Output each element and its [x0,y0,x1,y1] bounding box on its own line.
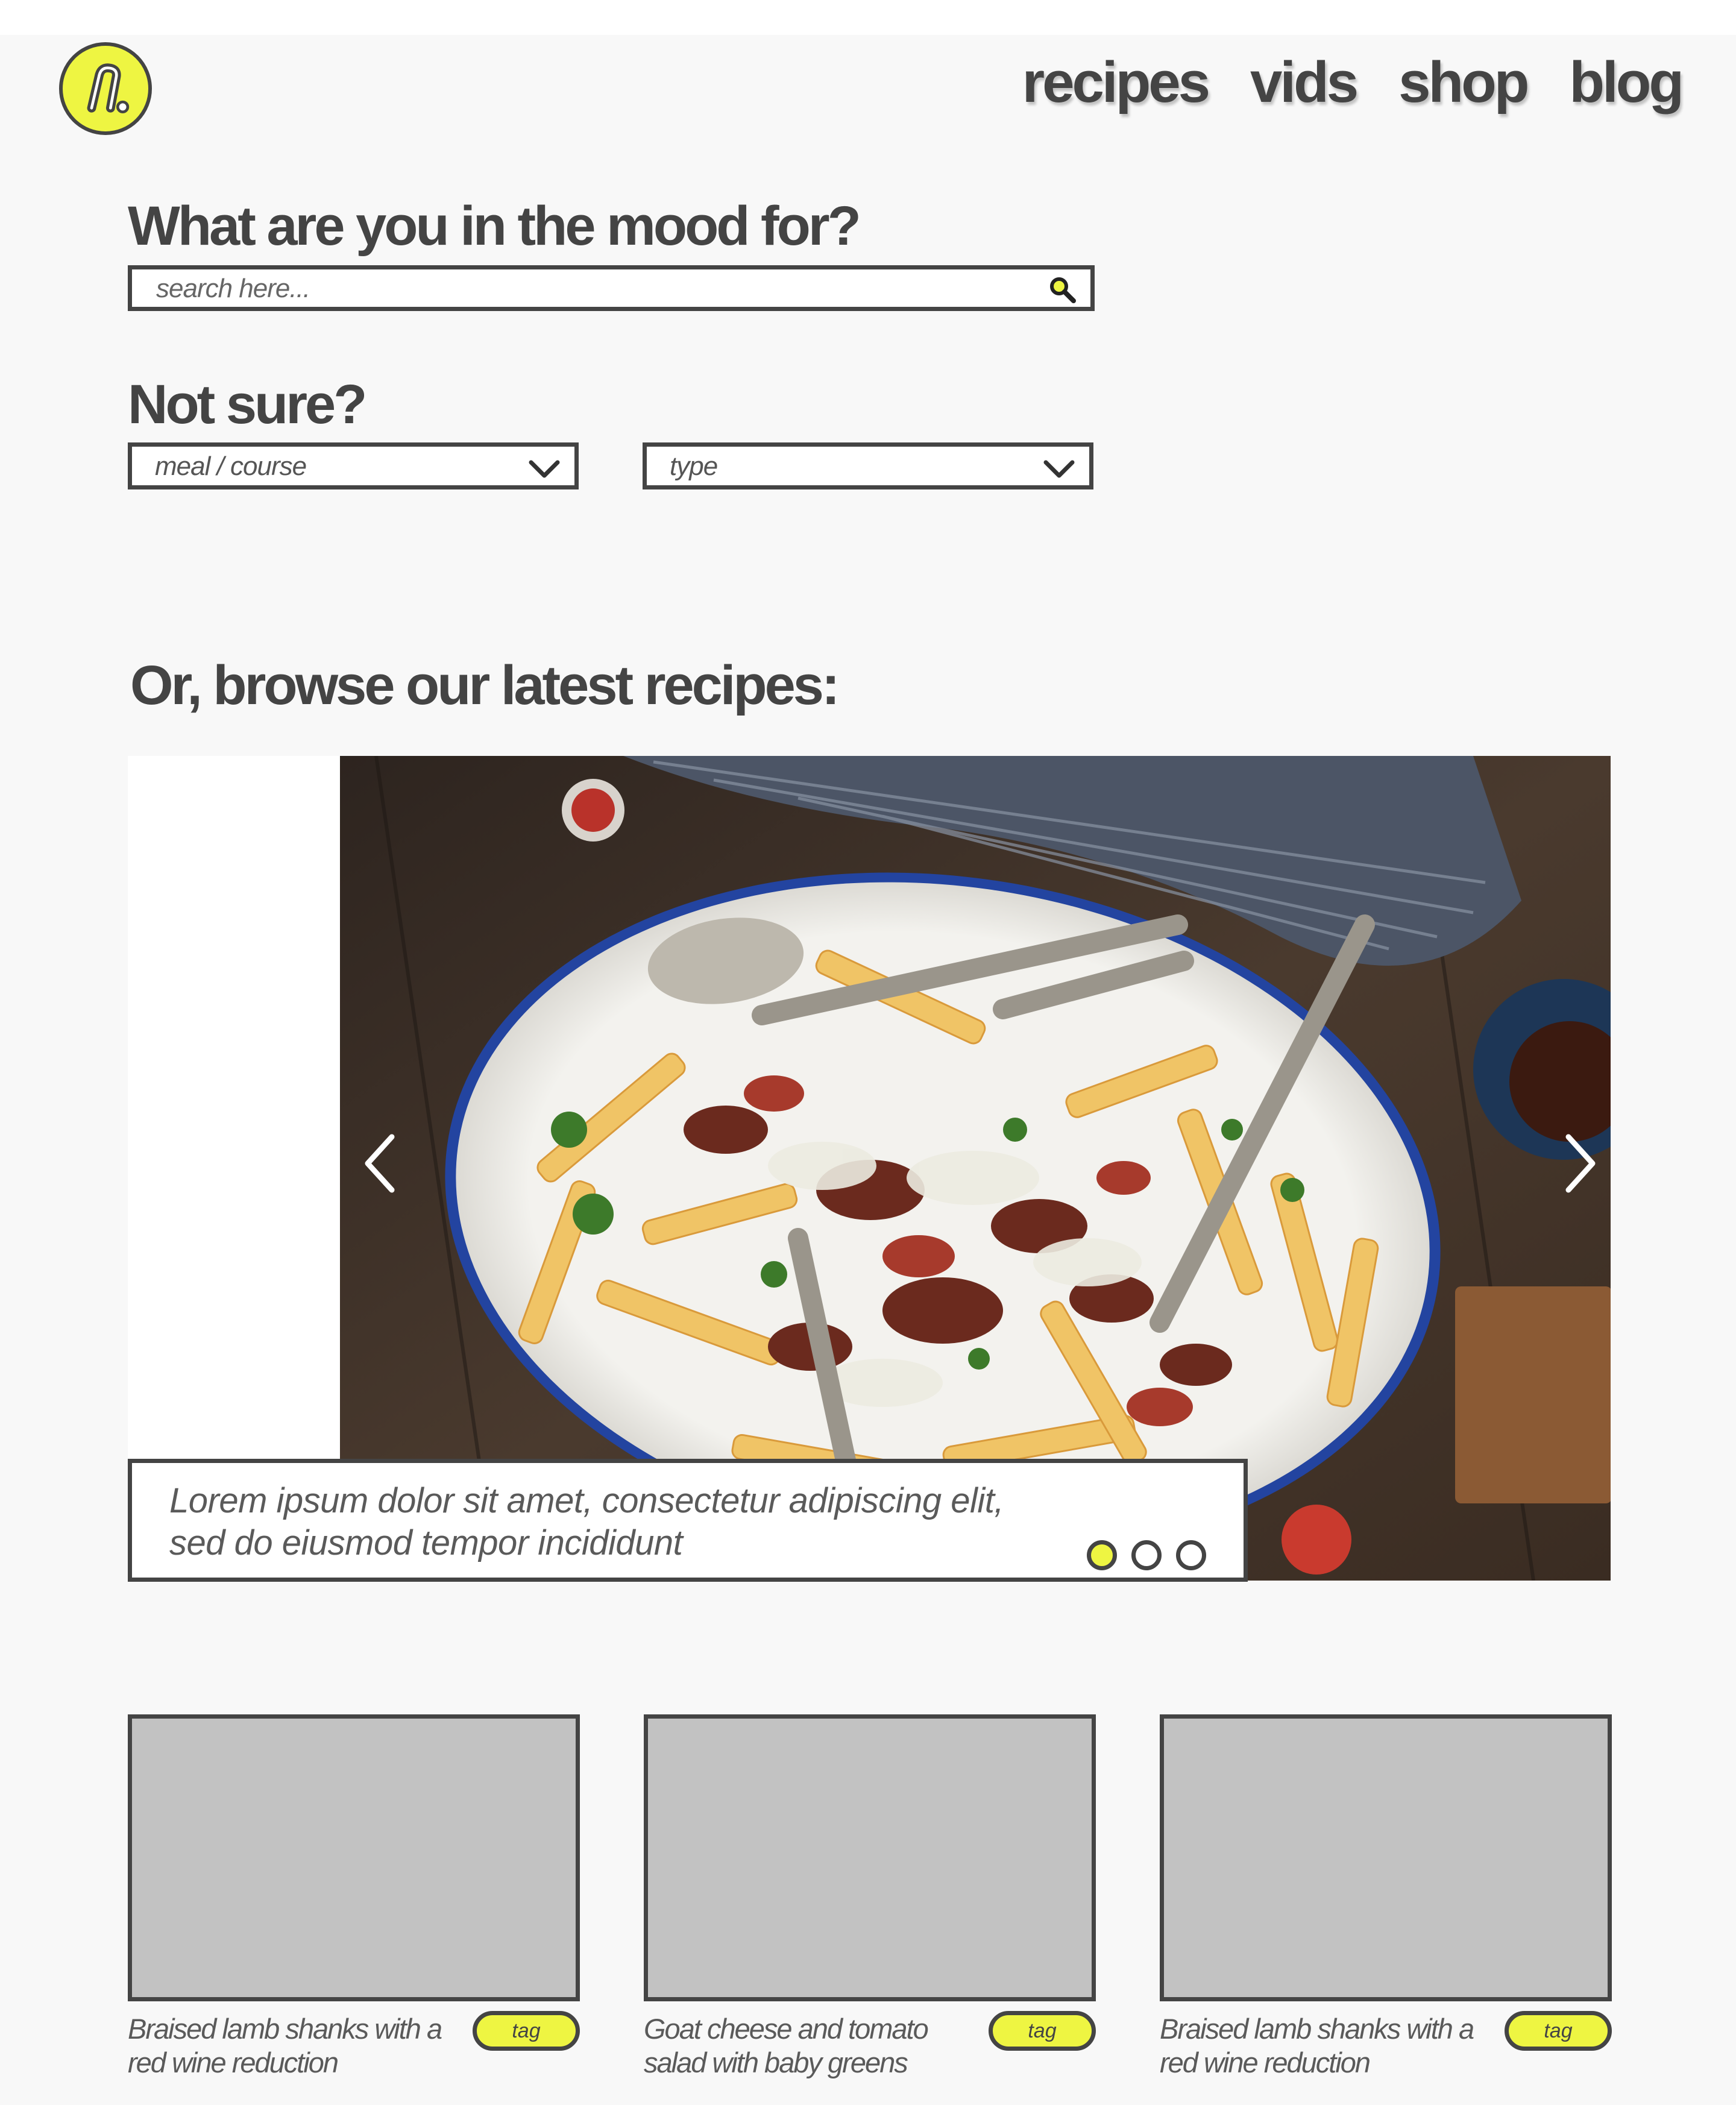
carousel-blank-panel [128,756,340,1581]
type-select[interactable]: type [643,442,1093,489]
carousel-dot-1[interactable] [1087,1540,1117,1570]
nav-shop[interactable]: shop [1398,49,1529,116]
recipe-card-title[interactable]: Braised lamb shanks with a red wine redu… [1160,2012,1485,2080]
recipe-card: Braised lamb shanks with a red wine redu… [1160,1714,1612,2078]
recipe-card-tag[interactable]: tag [989,2011,1096,2051]
chevron-down-icon [1043,460,1075,478]
carousel-caption: Lorem ipsum dolor sit amet, consectetur … [128,1459,1248,1582]
search-icon[interactable] [1047,274,1078,306]
logo[interactable] [59,42,152,135]
recipe-carousel: Lorem ipsum dolor sit amet, consectetur … [128,756,1611,1582]
chevron-right-icon[interactable] [1554,1127,1602,1200]
chevron-down-icon [529,460,560,478]
recipe-card-title[interactable]: Braised lamb shanks with a red wine redu… [128,2012,453,2080]
recipe-card-image[interactable] [128,1714,580,2001]
main-nav: recipes vids shop blog [1010,49,1684,116]
meal-course-label: meal / course [155,452,307,481]
carousel-dot-2[interactable] [1131,1540,1162,1570]
recipe-card-tag[interactable]: tag [473,2011,580,2051]
recipe-card: Goat cheese and tomato salad with baby g… [644,1714,1096,2078]
carousel-slide-image[interactable] [340,756,1611,1581]
recipe-card: Braised lamb shanks with a red wine redu… [128,1714,580,2078]
recipe-card-title[interactable]: Goat cheese and tomato salad with baby g… [644,2012,969,2080]
recipe-card-tag[interactable]: tag [1505,2011,1612,2051]
food-photo [340,756,1611,1581]
search-input[interactable] [156,273,1000,304]
type-label: type [670,452,718,481]
logo-mark [87,63,130,114]
not-sure-heading: Not sure? [128,374,367,435]
nav-vids[interactable]: vids [1250,49,1359,116]
search-box [128,265,1095,311]
recipe-card-image[interactable] [644,1714,1096,2001]
meal-course-select[interactable]: meal / course [128,442,579,489]
nav-recipes[interactable]: recipes [1010,49,1221,116]
carousel-dots [1087,1540,1206,1570]
recipe-card-image[interactable] [1160,1714,1612,2001]
carousel-dot-3[interactable] [1176,1540,1206,1570]
chevron-left-icon[interactable] [358,1127,406,1200]
caption-text: Lorem ipsum dolor sit amet, consectetur … [169,1481,1004,1562]
mood-heading: What are you in the mood for? [128,195,861,257]
nav-blog[interactable]: blog [1569,49,1684,116]
browse-heading: Or, browse our latest recipes: [130,655,840,716]
